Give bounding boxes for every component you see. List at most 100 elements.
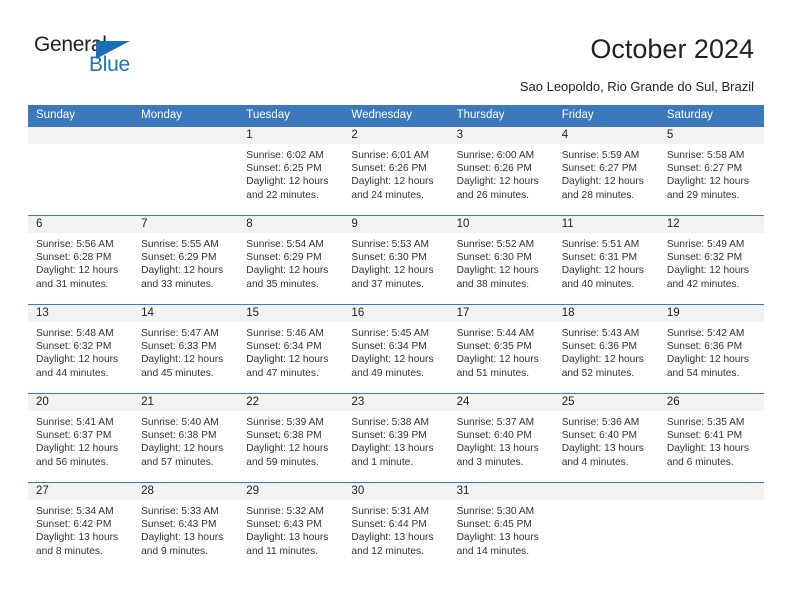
- calendar-day-cell[interactable]: 15 Sunrise: 5:46 AM Sunset: 6:34 PM Dayligh…: [238, 304, 344, 393]
- day-sun-info: Sunrise: 5:32 AM Sunset: 6:43 PM Daylight:…: [238, 500, 343, 558]
- day-sun-info: Sunrise: 5:51 AM Sunset: 6:31 PM Daylight:…: [554, 233, 659, 291]
- daylight-text: Daylight: 12 hours and 56 minutes.: [36, 443, 119, 468]
- calendar-week-row: 13 Sunrise: 5:48 AM Sunset: 6:32 PM Dayligh…: [28, 304, 764, 393]
- day-number-band: 11: [553, 216, 659, 233]
- day-number-band: 12: [658, 216, 764, 233]
- calendar-day-cell[interactable]: 12 Sunrise: 5:49 AM Sunset: 6:32 PM Dayligh…: [658, 215, 764, 304]
- day-number-band: [28, 127, 134, 144]
- calendar-day-cell[interactable]: 3 Sunrise: 6:00 AM Sunset: 6:26 PM Daylight…: [448, 126, 554, 215]
- day-number-band: 21: [133, 394, 239, 411]
- sunrise-text: Sunrise: 5:54 AM: [246, 239, 324, 250]
- calendar-day-cell[interactable]: 10 Sunrise: 5:52 AM Sunset: 6:30 PM Dayligh…: [448, 215, 554, 304]
- day-number: 20: [36, 396, 49, 408]
- sunrise-text: Sunrise: 5:58 AM: [666, 150, 745, 161]
- calendar-day-cell[interactable]: 7 Sunrise: 5:55 AM Sunset: 6:29 PM Daylight…: [133, 215, 239, 304]
- calendar-day-cell[interactable]: 25 Sunrise: 5:36 AM Sunset: 6:40 PM Dayligh…: [553, 393, 659, 482]
- calendar-day-cell[interactable]: 16 Sunrise: 5:45 AM Sunset: 6:34 PM Dayligh…: [343, 304, 449, 393]
- sunrise-text: Sunrise: 5:43 AM: [561, 328, 640, 339]
- day-sun-info: Sunrise: 6:02 AM Sunset: 6:25 PM Daylight:…: [238, 144, 343, 202]
- sunrise-text: Sunrise: 5:46 AM: [246, 328, 324, 339]
- sunset-text: Sunset: 6:26 PM: [351, 163, 427, 175]
- day-number-band: 17: [448, 305, 554, 322]
- day-number-band: 5: [658, 127, 764, 144]
- day-number: 1: [246, 129, 253, 141]
- calendar-day-cell[interactable]: 29 Sunrise: 5:32 AM Sunset: 6:43 PM Dayligh…: [238, 482, 344, 572]
- sunset-text: Sunset: 6:26 PM: [456, 163, 532, 175]
- calendar-day-cell[interactable]: 13 Sunrise: 5:48 AM Sunset: 6:32 PM Dayligh…: [28, 304, 134, 393]
- daylight-text: Daylight: 13 hours and 3 minutes.: [456, 443, 539, 468]
- calendar-day-cell[interactable]: 8 Sunrise: 5:54 AM Sunset: 6:29 PM Daylight…: [238, 215, 344, 304]
- calendar-day-cell[interactable]: 5 Sunrise: 5:58 AM Sunset: 6:27 PM Daylight…: [658, 126, 764, 215]
- sunset-text: Sunset: 6:25 PM: [246, 163, 322, 175]
- day-number: 29: [246, 485, 260, 497]
- daylight-text: Daylight: 12 hours and 51 minutes.: [456, 354, 539, 379]
- day-sun-info: Sunrise: 5:56 AM Sunset: 6:28 PM Daylight:…: [28, 233, 133, 291]
- calendar-day-cell[interactable]: 27 Sunrise: 5:34 AM Sunset: 6:42 PM Dayligh…: [28, 482, 134, 572]
- sunset-text: Sunset: 6:27 PM: [561, 163, 638, 175]
- sunset-text: Sunset: 6:29 PM: [141, 252, 217, 264]
- sunrise-text: Sunrise: 5:56 AM: [36, 239, 114, 250]
- calendar-day-cell[interactable]: 2 Sunrise: 6:01 AM Sunset: 6:26 PM Daylight…: [343, 126, 449, 215]
- sunset-text: Sunset: 6:40 PM: [561, 430, 638, 442]
- calendar-day-cell[interactable]: 18 Sunrise: 5:43 AM Sunset: 6:36 PM Dayligh…: [553, 304, 659, 393]
- calendar-day-cell[interactable]: 22 Sunrise: 5:39 AM Sunset: 6:38 PM Dayligh…: [238, 393, 344, 482]
- calendar-day-cell[interactable]: 20 Sunrise: 5:41 AM Sunset: 6:37 PM Dayligh…: [28, 393, 134, 482]
- day-number-band: 19: [658, 305, 764, 322]
- day-number-band: 14: [133, 305, 239, 322]
- calendar-day-cell[interactable]: 30 Sunrise: 5:31 AM Sunset: 6:44 PM Dayligh…: [343, 482, 449, 572]
- day-number-band: 9: [343, 216, 449, 233]
- day-number: 17: [456, 307, 470, 319]
- calendar-day-cell[interactable]: 14 Sunrise: 5:47 AM Sunset: 6:33 PM Dayligh…: [133, 304, 239, 393]
- daylight-text: Daylight: 12 hours and 44 minutes.: [36, 354, 119, 379]
- sunrise-text: Sunrise: 5:47 AM: [141, 328, 219, 339]
- sunrise-text: Sunrise: 5:51 AM: [561, 239, 640, 250]
- day-sun-info: Sunrise: 5:39 AM Sunset: 6:38 PM Daylight:…: [238, 411, 343, 469]
- day-number: 13: [36, 307, 49, 319]
- sunset-text: Sunset: 6:38 PM: [141, 430, 217, 442]
- day-number-band: 10: [448, 216, 554, 233]
- daylight-text: Daylight: 12 hours and 47 minutes.: [246, 354, 329, 379]
- general-blue-logo[interactable]: General Blue: [34, 33, 214, 83]
- calendar-day-cell[interactable]: 23 Sunrise: 5:38 AM Sunset: 6:39 PM Dayligh…: [343, 393, 449, 482]
- calendar-day-cell[interactable]: 11 Sunrise: 5:51 AM Sunset: 6:31 PM Dayligh…: [553, 215, 659, 304]
- calendar-day-cell[interactable]: 31 Sunrise: 5:30 AM Sunset: 6:45 PM Dayligh…: [448, 482, 554, 572]
- day-number: 22: [246, 396, 260, 408]
- day-sun-info: Sunrise: 6:00 AM Sunset: 6:26 PM Daylight:…: [449, 144, 554, 202]
- calendar-grid: Sunday Monday Tuesday Wednesday Thursday Frid…: [28, 105, 764, 572]
- sunset-text: Sunset: 6:32 PM: [666, 252, 743, 264]
- sunrise-text: Sunrise: 5:34 AM: [36, 506, 114, 517]
- daylight-text: Daylight: 13 hours and 8 minutes.: [36, 532, 119, 557]
- day-number-band: 16: [343, 305, 449, 322]
- day-number-band: 18: [553, 305, 659, 322]
- day-sun-info: Sunrise: 5:40 AM Sunset: 6:38 PM Daylight:…: [133, 411, 238, 469]
- day-sun-info: Sunrise: 5:36 AM Sunset: 6:40 PM Daylight:…: [554, 411, 659, 469]
- calendar-day-cell[interactable]: 9 Sunrise: 5:53 AM Sunset: 6:30 PM Daylight…: [343, 215, 449, 304]
- calendar-day-cell[interactable]: 24 Sunrise: 5:37 AM Sunset: 6:40 PM Dayligh…: [448, 393, 554, 482]
- day-number-band: 15: [238, 305, 344, 322]
- calendar-week-row: 20 Sunrise: 5:41 AM Sunset: 6:37 PM Dayligh…: [28, 393, 764, 482]
- sunrise-text: Sunrise: 5:59 AM: [561, 150, 640, 161]
- day-number: 24: [456, 396, 470, 408]
- daylight-text: Daylight: 12 hours and 54 minutes.: [666, 354, 749, 379]
- sunrise-text: Sunrise: 5:38 AM: [351, 417, 430, 428]
- calendar-day-cell[interactable]: 21 Sunrise: 5:40 AM Sunset: 6:38 PM Dayligh…: [133, 393, 239, 482]
- daylight-text: Daylight: 12 hours and 26 minutes.: [456, 176, 539, 201]
- day-number: 14: [141, 307, 154, 319]
- sunrise-text: Sunrise: 5:37 AM: [456, 417, 535, 428]
- calendar-day-cell[interactable]: 26 Sunrise: 5:35 AM Sunset: 6:41 PM Dayligh…: [658, 393, 764, 482]
- calendar-day-cell[interactable]: 17 Sunrise: 5:44 AM Sunset: 6:35 PM Dayligh…: [448, 304, 554, 393]
- day-number: 21: [141, 396, 154, 408]
- daylight-text: Daylight: 12 hours and 31 minutes.: [36, 265, 119, 290]
- calendar-day-cell[interactable]: 6 Sunrise: 5:56 AM Sunset: 6:28 PM Daylight…: [28, 215, 134, 304]
- calendar-day-cell[interactable]: 28 Sunrise: 5:33 AM Sunset: 6:43 PM Dayligh…: [133, 482, 239, 572]
- weekday-header-sunday: Sunday: [36, 109, 76, 121]
- weekday-header-monday: Monday: [141, 109, 183, 121]
- daylight-text: Daylight: 12 hours and 22 minutes.: [246, 176, 329, 201]
- calendar-day-cell[interactable]: 4 Sunrise: 5:59 AM Sunset: 6:27 PM Daylight…: [553, 126, 659, 215]
- calendar-day-cell[interactable]: 19 Sunrise: 5:42 AM Sunset: 6:36 PM Dayligh…: [658, 304, 764, 393]
- sunrise-text: Sunrise: 5:40 AM: [141, 417, 219, 428]
- calendar-day-cell[interactable]: 1 Sunrise: 6:02 AM Sunset: 6:25 PM Daylight…: [238, 126, 344, 215]
- day-sun-info: Sunrise: 5:33 AM Sunset: 6:43 PM Daylight:…: [133, 500, 238, 558]
- sunrise-text: Sunrise: 5:42 AM: [666, 328, 745, 339]
- sunrise-text: Sunrise: 5:30 AM: [456, 506, 535, 517]
